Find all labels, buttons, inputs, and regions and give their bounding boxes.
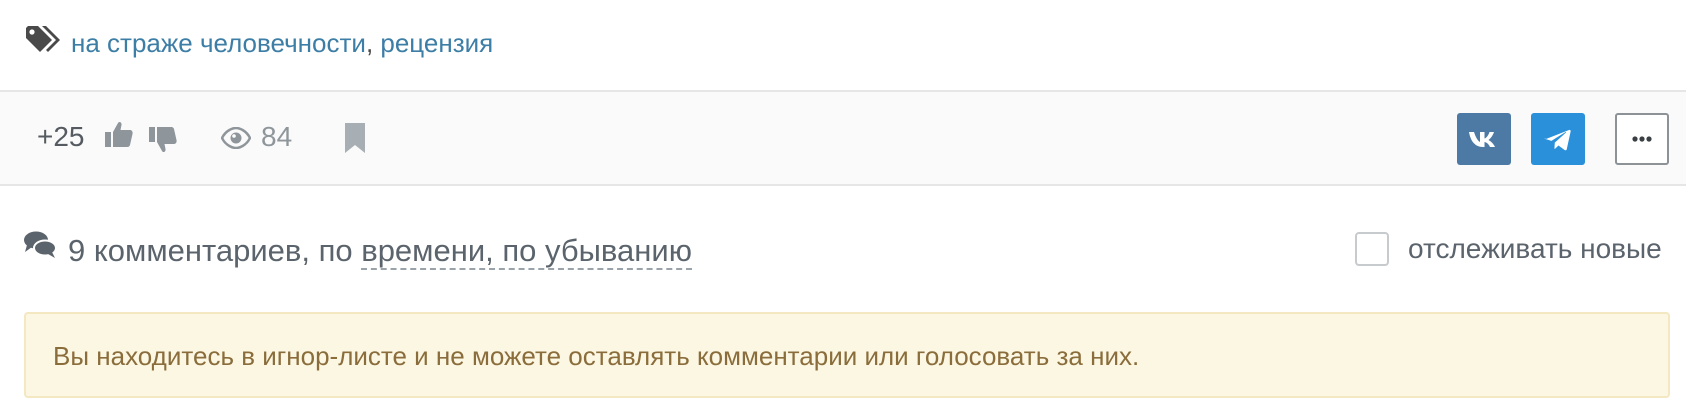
comments-count-label: 9 комментариев, по bbox=[68, 233, 362, 268]
notice-text: Вы находитесь в игнор-листе и не можете … bbox=[53, 341, 1140, 371]
eye-icon bbox=[221, 127, 251, 149]
bookmark-icon[interactable] bbox=[345, 123, 365, 153]
tags-row: на страже человечности, рецензия bbox=[0, 0, 1686, 92]
tag-link[interactable]: на страже человечности bbox=[71, 28, 366, 58]
post-rating: +25 bbox=[37, 121, 85, 152]
thumbs-down-icon[interactable] bbox=[148, 125, 178, 155]
tags-icon bbox=[26, 26, 60, 52]
share-vk-button[interactable] bbox=[1457, 113, 1511, 165]
thumbs-up-icon[interactable] bbox=[104, 119, 134, 149]
more-icon bbox=[1632, 136, 1652, 142]
ignore-list-notice: Вы находитесь в игнор-листе и не можете … bbox=[24, 312, 1670, 398]
views-count: 84 bbox=[261, 121, 293, 152]
track-new-label[interactable]: отслеживать новые bbox=[1408, 230, 1662, 268]
post-action-bar: +25 84 bbox=[0, 92, 1686, 186]
comments-header: 9 комментариев, по времени, по убыванию … bbox=[0, 186, 1686, 306]
tag-separator: , bbox=[365, 28, 381, 58]
share-telegram-button[interactable] bbox=[1531, 113, 1585, 165]
tag-link[interactable]: рецензия bbox=[380, 28, 493, 58]
sort-toggle[interactable]: времени, по убыванию bbox=[361, 233, 692, 270]
comments-icon bbox=[24, 231, 57, 258]
telegram-icon bbox=[1544, 129, 1571, 151]
track-new-checkbox[interactable] bbox=[1355, 232, 1389, 266]
vk-icon bbox=[1469, 132, 1495, 147]
tag-list: на страже человечности, рецензия bbox=[71, 24, 493, 62]
more-actions-button[interactable] bbox=[1615, 113, 1669, 165]
comments-count: 9 комментариев, по времени, по убыванию bbox=[68, 231, 692, 271]
